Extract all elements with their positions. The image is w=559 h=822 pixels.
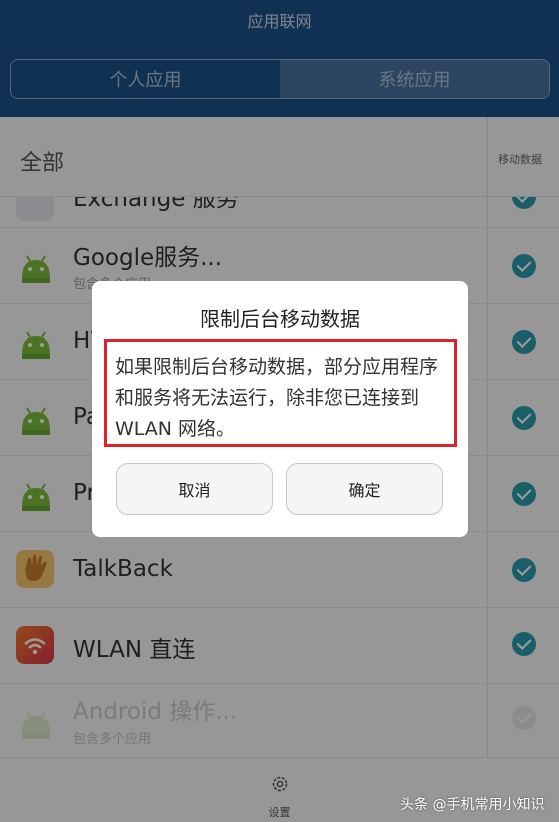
- cancel-button[interactable]: 取消: [116, 463, 273, 515]
- highlight-box: 如果限制后台移动数据，部分应用程序和服务将无法运行，除非您已连接到 WLAN 网…: [104, 339, 457, 447]
- dialog-title: 限制后台移动数据: [200, 307, 360, 331]
- ok-button[interactable]: 确定: [286, 463, 443, 515]
- restrict-background-data-dialog: 限制后台移动数据 如果限制后台移动数据，部分应用程序和服务将无法运行，除非您已连…: [92, 281, 468, 537]
- watermark: 头条 @手机常用小知识: [400, 797, 545, 813]
- dialog-message: 如果限制后台移动数据，部分应用程序和服务将无法运行，除非您已连接到 WLAN 网…: [115, 356, 439, 440]
